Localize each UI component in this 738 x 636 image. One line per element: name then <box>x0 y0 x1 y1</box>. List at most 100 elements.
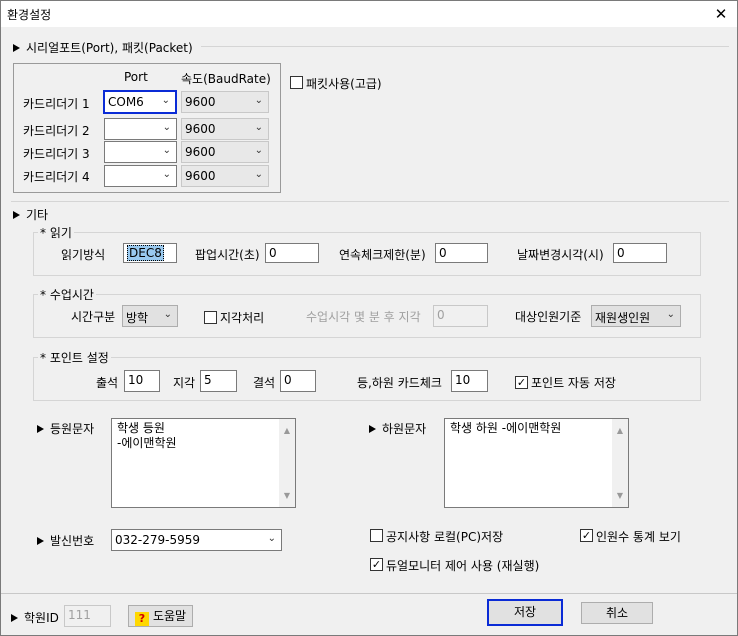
popup-time-input[interactable]: 0 <box>265 243 319 263</box>
baud-value: 9600 <box>185 169 216 183</box>
notice-local-save-checkbox[interactable] <box>370 529 383 542</box>
point-auto-save-checkbox[interactable]: ✓ <box>515 376 528 389</box>
read-method-label: 읽기방식 <box>61 248 106 262</box>
triangle-icon <box>13 211 20 219</box>
reader-4-label: 카드리더기 4 <box>23 170 90 184</box>
target-basis-value: 재원생인원 <box>595 311 651 325</box>
sender-number-select[interactable]: 032-279-5959 ⌄ <box>111 529 282 551</box>
baud-column-header: 속도(BaudRate) <box>181 72 271 86</box>
scroll-up-icon[interactable]: ▲ <box>279 423 295 438</box>
reader-2-label: 카드리더기 2 <box>23 124 90 138</box>
triangle-icon <box>37 537 44 545</box>
cancel-button[interactable]: 취소 <box>581 602 653 624</box>
dual-monitor-checkbox[interactable]: ✓ <box>370 558 383 571</box>
date-change-hour-input[interactable]: 0 <box>613 243 667 263</box>
late-points-label: 지각 <box>173 376 196 390</box>
settings-dialog: 환경설정 ✕ 시리얼포트(Port), 패킷(Packet) Port 속도(B… <box>0 0 738 636</box>
checkout-message-header: 하원문자 <box>369 420 426 437</box>
checkmark-icon: ✓ <box>516 376 527 389</box>
time-division-value: 방학 <box>126 311 149 325</box>
attend-points-input[interactable]: 10 <box>124 370 160 392</box>
scrollbar[interactable]: ▲ ▼ <box>279 419 295 507</box>
reader-1-baud-select[interactable]: 9600 ⌄ <box>181 91 269 113</box>
reader-2-port-select[interactable]: ⌄ <box>104 118 177 140</box>
triangle-icon <box>369 425 376 433</box>
chevron-down-icon: ⌄ <box>254 145 263 156</box>
read-method-input[interactable]: DEC8 <box>123 243 177 263</box>
late-process-checkbox[interactable] <box>204 311 217 324</box>
chevron-down-icon: ⌄ <box>162 145 171 156</box>
target-basis-select[interactable]: 재원생인원 ⌄ <box>591 305 681 327</box>
class-time-legend: * 수업시간 <box>38 286 96 303</box>
triangle-icon <box>13 44 20 52</box>
reader-4-baud-select[interactable]: 9600 ⌄ <box>181 165 269 187</box>
chevron-down-icon: ⌄ <box>162 169 171 180</box>
checkout-message-textarea[interactable]: 학생 하원 -에이맨학원 ▲ ▼ <box>444 418 629 508</box>
reader-1-label: 카드리더기 1 <box>23 97 90 111</box>
help-button-label: 도움말 <box>152 609 187 623</box>
reader-3-baud-select[interactable]: 9600 ⌄ <box>181 141 269 163</box>
absent-points-input[interactable]: 0 <box>280 370 316 392</box>
help-button[interactable]: ? 도움말 <box>128 605 193 627</box>
chevron-down-icon: ⌄ <box>254 169 263 180</box>
checkin-message-line: 학생 등원 <box>117 421 165 435</box>
stats-view-checkbox[interactable]: ✓ <box>580 529 593 542</box>
packet-use-label: 패킷사용(고급) <box>306 77 382 91</box>
close-icon[interactable]: ✕ <box>707 3 735 25</box>
checkin-message-label: 등원문자 <box>50 422 95 436</box>
dual-monitor-label: 듀얼모니터 제어 사용 (재실행) <box>386 559 540 573</box>
reader-2-baud-select[interactable]: 9600 ⌄ <box>181 118 269 140</box>
save-button[interactable]: 저장 <box>487 599 563 626</box>
chevron-down-icon: ⌄ <box>162 122 171 133</box>
chevron-down-icon: ⌄ <box>254 122 263 133</box>
triangle-icon <box>11 614 18 622</box>
absent-points-label: 결석 <box>253 376 276 390</box>
sender-number-value: 032-279-5959 <box>115 533 201 547</box>
scroll-down-icon[interactable]: ▼ <box>279 488 295 503</box>
repeat-check-limit-label: 연속체크제한(분) <box>339 248 426 262</box>
etc-legend: 기타 <box>26 208 49 222</box>
card-check-points-label: 등,하원 카드체크 <box>357 376 442 390</box>
scrollbar[interactable]: ▲ ▼ <box>612 419 628 507</box>
checkin-message-line: -에이맨학원 <box>117 436 177 450</box>
stats-view-label: 인원수 통계 보기 <box>596 530 681 544</box>
scroll-up-icon[interactable]: ▲ <box>612 423 628 438</box>
academy-id-header: 학원ID <box>11 609 59 626</box>
late-process-label: 지각처리 <box>220 311 265 325</box>
late-after-minutes-input[interactable]: 0 <box>433 305 488 327</box>
academy-id-label: 학원ID <box>24 611 59 625</box>
academy-id-input[interactable]: 111 <box>64 605 111 627</box>
reader-4-port-select[interactable]: ⌄ <box>104 165 177 187</box>
notice-local-save-label: 공지사항 로컬(PC)저장 <box>386 530 504 544</box>
attend-points-label: 출석 <box>96 376 119 390</box>
popup-time-label: 팝업시간(초) <box>195 248 260 262</box>
reader-1-port-select[interactable]: COM6 ⌄ <box>103 90 177 114</box>
checkout-message-label: 하원문자 <box>382 422 427 436</box>
chevron-down-icon: ⌄ <box>267 533 276 544</box>
repeat-check-limit-input[interactable]: 0 <box>435 243 488 263</box>
port-column-header: Port <box>124 70 148 84</box>
baud-value: 9600 <box>185 95 216 109</box>
sender-number-label: 발신번호 <box>50 534 95 548</box>
scroll-down-icon[interactable]: ▼ <box>612 488 628 503</box>
late-points-input[interactable]: 5 <box>200 370 237 392</box>
date-change-hour-label: 날짜변경시각(시) <box>517 248 604 262</box>
packet-use-checkbox[interactable] <box>290 76 303 89</box>
read-legend: * 읽기 <box>38 224 74 241</box>
time-division-select[interactable]: 방학 ⌄ <box>122 305 178 327</box>
point-auto-save-label: 포인트 자동 저장 <box>531 376 616 390</box>
sender-number-header: 발신번호 <box>37 532 94 549</box>
window-title: 환경설정 <box>7 8 52 22</box>
chevron-down-icon: ⌄ <box>161 95 170 106</box>
read-method-value: DEC8 <box>127 245 164 261</box>
card-check-points-input[interactable]: 10 <box>451 370 488 392</box>
divider <box>11 201 729 202</box>
chevron-down-icon: ⌄ <box>254 95 263 106</box>
checkin-message-textarea[interactable]: 학생 등원 -에이맨학원 ▲ ▼ <box>111 418 296 508</box>
reader-3-port-select[interactable]: ⌄ <box>104 141 177 163</box>
late-after-minutes-label: 수업시각 몇 분 후 지각 <box>306 310 421 324</box>
checkmark-icon: ✓ <box>581 529 592 542</box>
serial-legend: 시리얼포트(Port), 패킷(Packet) <box>26 41 193 55</box>
reader-3-label: 카드리더기 3 <box>23 147 90 161</box>
baud-value: 9600 <box>185 122 216 136</box>
